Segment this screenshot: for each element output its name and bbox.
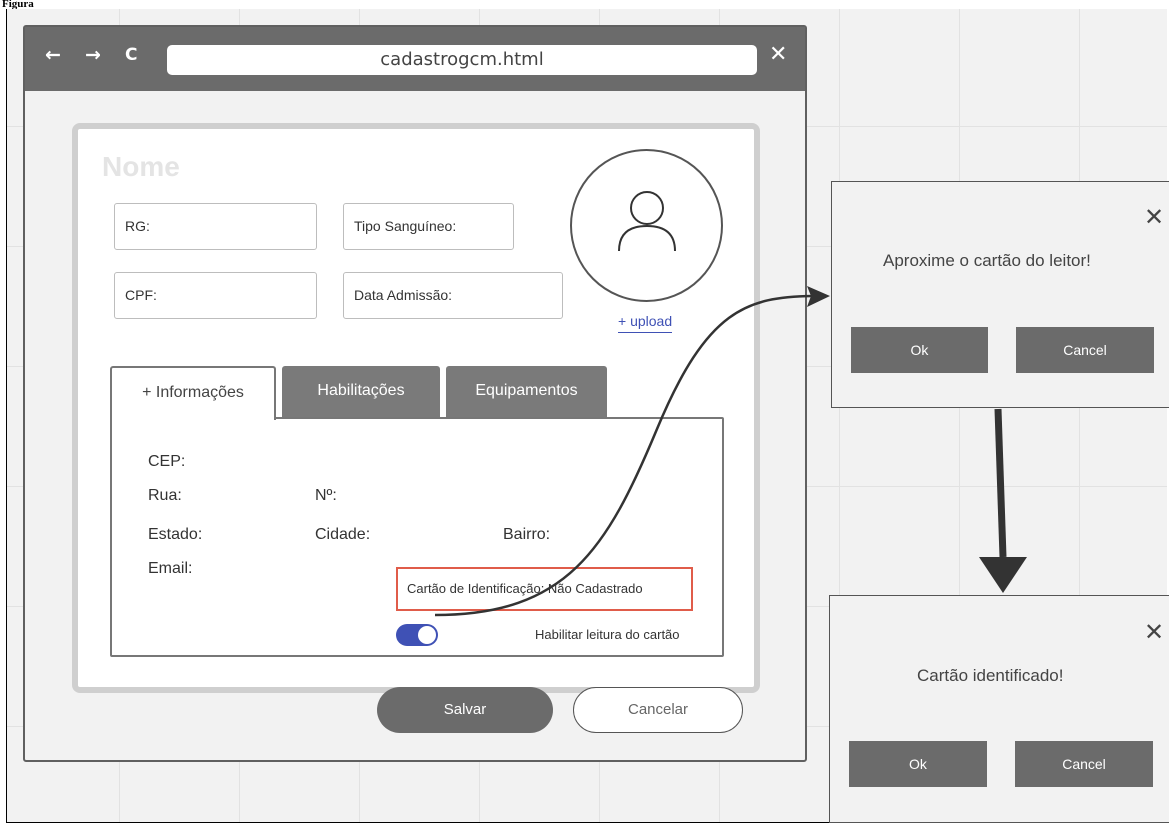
reload-icon[interactable]: C xyxy=(125,43,137,67)
cancel-button[interactable]: Cancel xyxy=(1016,327,1154,373)
back-arrow-icon[interactable]: ← xyxy=(45,43,61,67)
arrowhead-down-icon xyxy=(979,557,1027,593)
tab-habilitacoes[interactable]: Habilitações xyxy=(282,366,440,418)
dialog-message: Aproxime o cartão do leitor! xyxy=(883,251,1091,270)
name-field[interactable]: Nome xyxy=(102,151,180,183)
blood-type-field[interactable]: Tipo Sanguíneo: xyxy=(343,203,514,250)
wireframe-canvas: ← → C cadastrogcm.html ✕ Nome RG: Tipo S… xyxy=(6,9,1169,823)
cpf-field[interactable]: CPF: xyxy=(114,272,317,319)
ok-button[interactable]: Ok xyxy=(851,327,988,373)
dialog-flow-connector xyxy=(994,408,1007,558)
card-reader-dialog: ✕ Aproxime o cartão do leitor! Ok Cancel xyxy=(831,181,1169,408)
district-label: Bairro: xyxy=(503,526,551,543)
toggle-knob xyxy=(418,626,436,644)
admission-date-field[interactable]: Data Admissão: xyxy=(343,272,563,319)
state-label: Estado: xyxy=(148,526,203,543)
avatar xyxy=(570,149,723,302)
city-label: Cidade: xyxy=(315,526,371,543)
rg-field[interactable]: RG: xyxy=(114,203,317,250)
forward-arrow-icon[interactable]: → xyxy=(85,43,101,67)
toggle-label: Habilitar leitura do cartão xyxy=(535,627,680,642)
user-icon xyxy=(618,191,676,252)
close-icon[interactable]: ✕ xyxy=(1144,205,1164,229)
info-tab-panel: CEP: Rua: Nº: Estado: Cidade: Bairro: Em… xyxy=(110,417,724,657)
registration-form: Nome RG: Tipo Sanguíneo: CPF: Data Admis… xyxy=(72,123,760,693)
street-label: Rua: xyxy=(148,487,182,504)
upload-link[interactable]: + upload xyxy=(618,313,673,333)
figure-caption: Figura xyxy=(0,0,1169,9)
dialog-message: Cartão identificado! xyxy=(917,666,1064,685)
card-reader-toggle[interactable] xyxy=(396,624,438,646)
save-button[interactable]: Salvar xyxy=(377,687,553,733)
ok-button[interactable]: Ok xyxy=(849,741,987,787)
arrowhead-right-icon xyxy=(807,286,830,307)
card-identified-dialog: ✕ Cartão identificado! Ok Cancel xyxy=(829,595,1169,823)
close-icon[interactable]: ✕ xyxy=(769,43,787,67)
browser-window: ← → C cadastrogcm.html ✕ Nome RG: Tipo S… xyxy=(23,25,807,762)
close-icon[interactable]: ✕ xyxy=(1144,620,1164,644)
cancel-button[interactable]: Cancel xyxy=(1015,741,1153,787)
number-label: Nº: xyxy=(315,487,337,504)
address-bar[interactable]: cadastrogcm.html xyxy=(167,45,757,75)
cancel-button[interactable]: Cancelar xyxy=(573,687,743,733)
email-label: Email: xyxy=(148,560,193,577)
cep-label: CEP: xyxy=(148,453,186,470)
browser-toolbar: ← → C cadastrogcm.html ✕ xyxy=(25,27,805,91)
tab-informacoes[interactable]: + Informações xyxy=(110,366,276,420)
tab-equipamentos[interactable]: Equipamentos xyxy=(446,366,607,418)
card-status-badge: Cartão de Identificação: Não Cadastrado xyxy=(396,567,693,611)
